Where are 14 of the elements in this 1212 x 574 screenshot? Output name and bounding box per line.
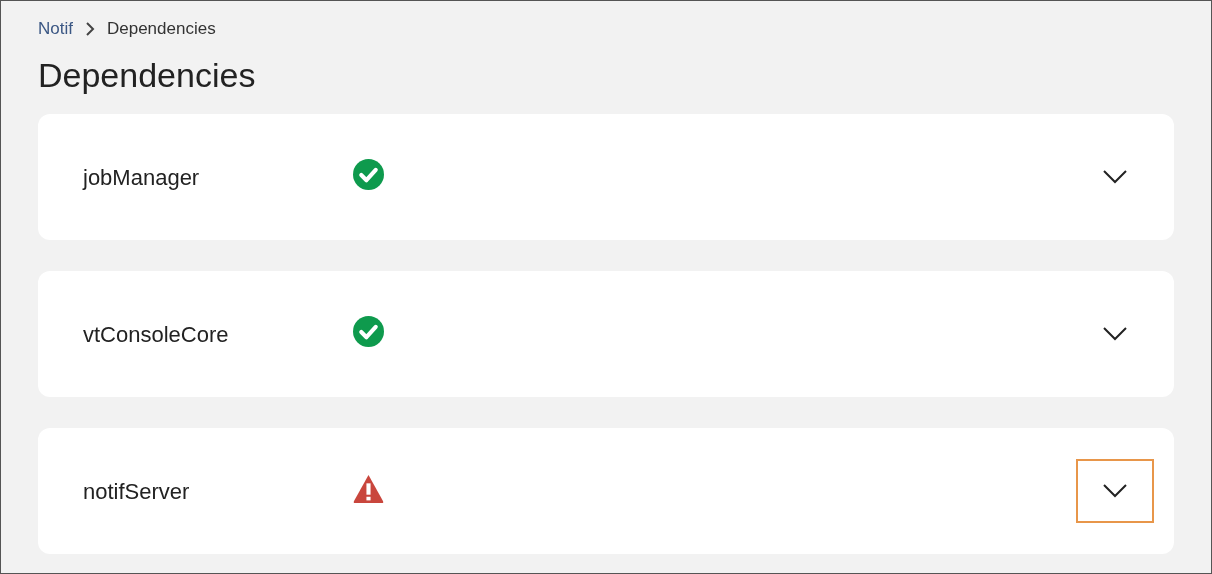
check-circle-icon bbox=[353, 315, 384, 347]
breadcrumb-link[interactable]: Notif bbox=[38, 16, 73, 42]
dependency-name: vtConsoleCore bbox=[83, 320, 230, 349]
expand-button[interactable] bbox=[1076, 459, 1154, 523]
page-title: Dependencies bbox=[38, 55, 256, 96]
check-circle-icon bbox=[353, 158, 384, 190]
warning-icon bbox=[353, 472, 384, 504]
chevron-right-icon bbox=[84, 21, 95, 37]
chevron-down-icon bbox=[1103, 327, 1127, 341]
chevron-down-icon bbox=[1103, 170, 1127, 184]
dependency-name: notifServer bbox=[83, 477, 191, 506]
dependency-name: jobManager bbox=[83, 163, 201, 192]
breadcrumb-current: Dependencies bbox=[106, 18, 216, 41]
chevron-down-icon bbox=[1103, 484, 1127, 498]
